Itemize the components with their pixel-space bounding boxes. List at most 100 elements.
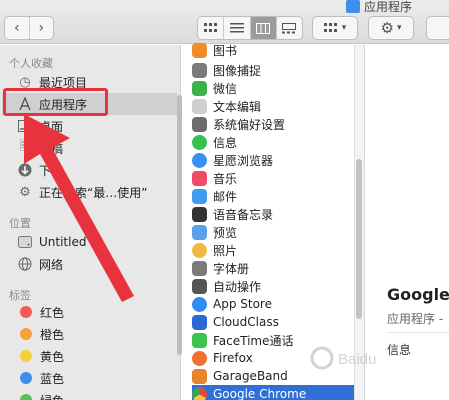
browser-icon bbox=[192, 152, 207, 168]
list-item-label: 字体册 bbox=[213, 261, 250, 276]
icon-view-icon bbox=[203, 23, 217, 32]
sidebar-tag-green[interactable]: 绿色 bbox=[2, 389, 177, 400]
back-button[interactable]: ‹ bbox=[5, 17, 29, 39]
globe-icon bbox=[17, 256, 33, 272]
list-item-app-store[interactable]: App Store bbox=[192, 295, 354, 313]
chevron-right-icon: › bbox=[38, 20, 45, 36]
favorites-header: 个人收藏 bbox=[9, 57, 53, 70]
gear-icon: ⚙ bbox=[380, 19, 394, 37]
downloads-icon bbox=[17, 162, 33, 178]
sidebar-item-smart-search[interactable]: ⚙ 正在搜索“最…使用” bbox=[2, 181, 177, 203]
sidebar-item-network[interactable]: 网络 bbox=[2, 253, 177, 275]
finder-toolbar: ‹ › ▾ ⚙ ▾ 应用程序 bbox=[0, 0, 449, 44]
sidebar-tag-orange[interactable]: 橙色 bbox=[2, 323, 177, 345]
textedit-icon bbox=[192, 98, 207, 114]
list-item-label: Firefox bbox=[213, 351, 253, 365]
annotation-highlight-box bbox=[3, 88, 108, 116]
sidebar-item-label: 桌面 bbox=[39, 119, 64, 134]
list-view-button[interactable] bbox=[223, 17, 249, 39]
preview-icon bbox=[192, 224, 207, 240]
list-item-label: 图像捕捉 bbox=[213, 63, 262, 78]
sidebar-item-desktop[interactable]: 桌面 bbox=[2, 115, 177, 137]
list-item-label: 语音备忘录 bbox=[213, 207, 274, 222]
chrome-icon bbox=[192, 386, 207, 400]
group-by-button[interactable]: ▾ bbox=[312, 16, 358, 40]
sidebar-item-documents[interactable]: 🗎 文稿 bbox=[2, 137, 177, 159]
list-item-label: 邮件 bbox=[213, 189, 238, 204]
column-view-icon bbox=[256, 22, 271, 34]
grid-icon bbox=[323, 23, 337, 32]
list-item-label: App Store bbox=[213, 297, 272, 311]
list-item-label: 星愿浏览器 bbox=[213, 153, 274, 168]
list-item-font-book[interactable]: 字体册 bbox=[192, 259, 354, 277]
list-item-label: 信息 bbox=[213, 135, 238, 150]
sidebar-item-label: 黄色 bbox=[40, 349, 65, 364]
sidebar-item-label: Untitled bbox=[39, 235, 87, 249]
list-item-label: Google Chrome bbox=[213, 387, 307, 400]
chevron-left-icon: ‹ bbox=[13, 20, 20, 36]
disk-icon bbox=[17, 234, 33, 250]
list-item-label: CloudClass bbox=[213, 315, 279, 329]
list-item-automator[interactable]: 自动操作 bbox=[192, 277, 354, 295]
list-item-voice-memos[interactable]: 语音备忘录 bbox=[192, 205, 354, 223]
sidebar-item-untitled[interactable]: Untitled bbox=[2, 231, 177, 253]
sidebar-item-label: 文稿 bbox=[39, 141, 64, 156]
blue-tag-icon bbox=[20, 372, 32, 384]
sidebar-tag-yellow[interactable]: 黄色 bbox=[2, 345, 177, 367]
sidebar-item-label: 网络 bbox=[39, 257, 64, 272]
list-item-cloudclass[interactable]: CloudClass bbox=[192, 313, 354, 331]
share-button[interactable] bbox=[426, 16, 449, 40]
photos-icon bbox=[192, 242, 207, 258]
sidebar-tag-red[interactable]: 红色 bbox=[2, 301, 177, 323]
forward-button[interactable]: › bbox=[28, 17, 54, 39]
red-tag-icon bbox=[20, 306, 32, 318]
list-item-photos[interactable]: 照片 bbox=[192, 241, 354, 259]
list-item-preview[interactable]: 预览 bbox=[192, 223, 354, 241]
window-title-text: 应用程序 bbox=[364, 0, 413, 14]
navigation-buttons: ‹ › bbox=[4, 16, 54, 40]
list-item-image-capture[interactable]: 图像捕捉 bbox=[192, 61, 354, 79]
gear-icon: ⚙ bbox=[19, 184, 31, 200]
list-item-messages[interactable]: 信息 bbox=[192, 133, 354, 151]
sidebar-item-label: 下载 bbox=[39, 163, 64, 178]
baidu-watermark-logo: Baidu bbox=[310, 346, 376, 370]
list-item-label: 微信 bbox=[213, 81, 238, 96]
preview-app-kind: 应用程序 - bbox=[387, 312, 444, 326]
list-item-label: 音乐 bbox=[213, 171, 238, 186]
list-item-books[interactable]: 图书 bbox=[192, 41, 354, 59]
list-item-label: 预览 bbox=[213, 225, 238, 240]
voice-memos-icon bbox=[192, 206, 207, 222]
sidebar-item-label: 红色 bbox=[40, 305, 65, 320]
list-item-music[interactable]: 音乐 bbox=[192, 169, 354, 187]
wechat-icon bbox=[192, 80, 207, 96]
green-tag-icon bbox=[20, 394, 32, 400]
firefox-icon bbox=[192, 350, 207, 366]
list-item-textedit[interactable]: 文本编辑 bbox=[192, 97, 354, 115]
list-item-google-chrome[interactable]: Google Chrome bbox=[192, 385, 354, 400]
action-menu-button[interactable]: ⚙ ▾ bbox=[368, 16, 414, 40]
list-item-label: FaceTime通话 bbox=[213, 333, 294, 348]
view-mode-selector bbox=[197, 16, 303, 40]
list-item-mail[interactable]: 邮件 bbox=[192, 187, 354, 205]
gallery-view-icon bbox=[282, 22, 297, 33]
sidebar-tag-blue[interactable]: 蓝色 bbox=[2, 367, 177, 389]
orange-tag-icon bbox=[20, 328, 32, 340]
list-scrollbar-thumb[interactable] bbox=[356, 159, 362, 319]
sidebar-item-downloads[interactable]: 下载 bbox=[2, 159, 177, 181]
cloudclass-icon bbox=[192, 314, 207, 330]
messages-icon bbox=[192, 134, 207, 150]
mail-icon bbox=[192, 188, 207, 204]
list-item-wechat[interactable]: 微信 bbox=[192, 79, 354, 97]
list-item-label: 系统偏好设置 bbox=[213, 117, 286, 132]
app-store-icon bbox=[192, 296, 207, 312]
list-item-system-preferences[interactable]: 系统偏好设置 bbox=[192, 115, 354, 133]
preview-app-name: Google C bbox=[387, 285, 449, 304]
chevron-down-icon: ▾ bbox=[341, 23, 347, 33]
list-item-xingyuan-browser[interactable]: 星愿浏览器 bbox=[192, 151, 354, 169]
gallery-view-button[interactable] bbox=[275, 17, 302, 39]
icon-view-button[interactable] bbox=[198, 17, 223, 39]
desktop-icon bbox=[17, 118, 33, 134]
column-view-button[interactable] bbox=[249, 17, 276, 39]
system-preferences-icon bbox=[192, 116, 207, 132]
documents-icon: 🗎 bbox=[19, 139, 31, 154]
